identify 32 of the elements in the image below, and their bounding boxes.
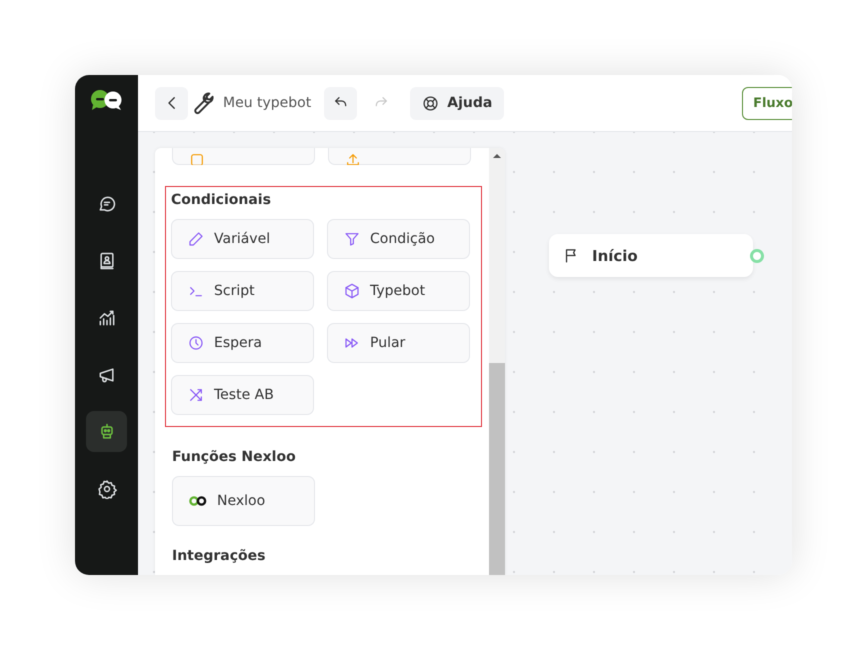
- section-title: Condicionais: [171, 192, 272, 208]
- sidebar-nav-button[interactable]: [86, 411, 127, 452]
- nexloo-logo-icon: [189, 496, 207, 506]
- upload-icon: [345, 152, 361, 165]
- clock-icon: [188, 335, 204, 351]
- lifebuoy-icon: [422, 94, 440, 112]
- typebot-name[interactable]: Meu typebot: [223, 95, 312, 111]
- undo-button[interactable]: [324, 86, 358, 120]
- back-button[interactable]: [155, 86, 188, 120]
- block-card[interactable]: Typebot: [327, 271, 470, 311]
- scrollbar-thumb[interactable]: [489, 363, 505, 575]
- block-card[interactable]: Condição: [327, 219, 470, 259]
- help-button[interactable]: Ajuda: [410, 86, 504, 120]
- start-node[interactable]: Início: [549, 234, 753, 277]
- cube-icon: [344, 283, 360, 299]
- block-card[interactable]: Nexloo: [172, 476, 315, 526]
- block-card[interactable]: Script: [171, 271, 314, 311]
- block-card[interactable]: Variável: [171, 219, 314, 259]
- filter-icon: [344, 231, 360, 247]
- settings-icon: [96, 478, 116, 498]
- logo-icon: [90, 89, 124, 111]
- shuffle-icon: [188, 387, 204, 403]
- chat-bubble-icon: [96, 194, 116, 214]
- section-title: Funções Nexloo: [172, 449, 297, 465]
- flow-button[interactable]: Fluxo: [742, 86, 792, 120]
- pencil-icon: [188, 231, 204, 247]
- section-title: Integrações: [172, 548, 266, 564]
- node-title: Início: [592, 246, 638, 264]
- block-card[interactable]: Pular: [327, 323, 470, 363]
- block-card[interactable]: Teste AB: [171, 375, 314, 415]
- chart-icon: [96, 308, 116, 328]
- block-card[interactable]: Espera: [171, 323, 314, 363]
